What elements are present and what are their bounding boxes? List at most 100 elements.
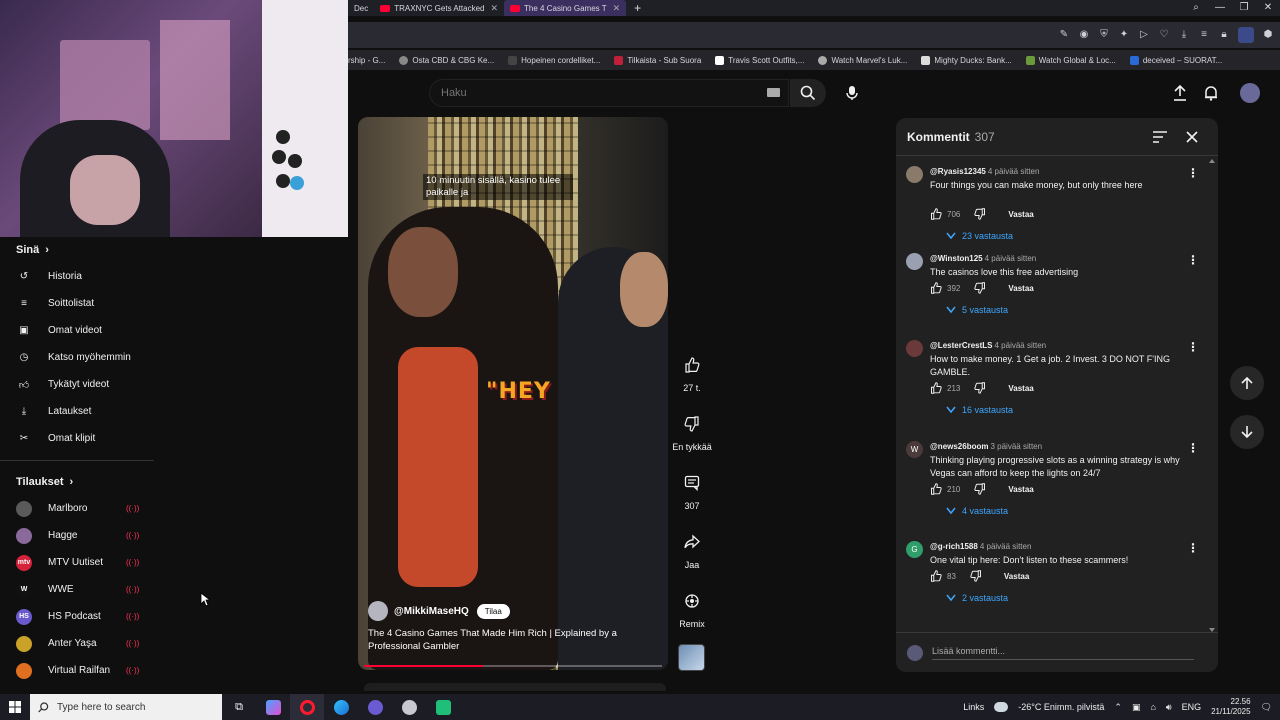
- weather-text[interactable]: -26°C Enimm. pilvistä: [1018, 702, 1104, 712]
- bookmark[interactable]: Mighty Ducks: Bank...: [921, 55, 1012, 65]
- shield-icon[interactable]: ⛨: [1098, 29, 1110, 41]
- search-input[interactable]: [441, 87, 741, 99]
- next-short-preview[interactable]: [364, 683, 666, 691]
- maximize-icon[interactable]: ❐: [1232, 0, 1256, 16]
- lock-icon[interactable]: 🔒︎: [1218, 29, 1230, 41]
- more-options-icon[interactable]: ⋮: [1187, 166, 1199, 180]
- view-replies-button[interactable]: 4 vastausta: [946, 506, 1008, 516]
- close-comments-button[interactable]: [1183, 128, 1201, 146]
- notifications-icon[interactable]: 🗨︎: [1261, 702, 1272, 713]
- sidebar-you-heading[interactable]: Sinä ›: [0, 237, 160, 263]
- thumbs-up-icon[interactable]: [930, 483, 942, 495]
- start-button[interactable]: [0, 694, 30, 720]
- task-view-button[interactable]: ⧉: [222, 694, 256, 720]
- commenter-avatar[interactable]: G: [906, 541, 923, 558]
- bookmark[interactable]: Osta CBD & CBG Ke...: [399, 55, 494, 65]
- taskbar-search[interactable]: Type here to search: [30, 694, 222, 720]
- tray-app-icon[interactable]: ▣: [1132, 702, 1141, 713]
- thumbs-up-icon[interactable]: [930, 208, 942, 220]
- view-replies-button[interactable]: 5 vastausta: [946, 305, 1008, 315]
- view-replies-button[interactable]: 2 vastausta: [946, 593, 1008, 603]
- sidebar-subscriptions-heading[interactable]: Tilaukset ›: [0, 469, 160, 495]
- bookmark[interactable]: Tilkaista - Sub Suora: [614, 55, 701, 65]
- thumbs-down-icon[interactable]: [970, 570, 982, 582]
- thumbs-up-icon[interactable]: [930, 282, 942, 294]
- comment-author[interactable]: @Ryasis12345: [930, 167, 986, 176]
- voice-search-button[interactable]: [836, 79, 868, 107]
- reply-button[interactable]: Vastaa: [1008, 384, 1033, 393]
- taskbar-app[interactable]: [256, 694, 290, 720]
- close-icon[interactable]: ✕: [613, 3, 621, 14]
- view-replies-button[interactable]: 16 vastausta: [946, 405, 1013, 415]
- taskbar-app-edge[interactable]: [324, 694, 358, 720]
- reply-button[interactable]: Vastaa: [1008, 210, 1033, 219]
- commenter-avatar[interactable]: [906, 253, 923, 270]
- more-options-icon[interactable]: ⋮: [1187, 441, 1199, 455]
- sidebar-subscription[interactable]: W WWE ((·)): [0, 576, 160, 603]
- play-icon[interactable]: ▷: [1138, 29, 1150, 41]
- browser-tab[interactable]: Dec: [348, 0, 374, 16]
- commenter-avatar[interactable]: [906, 166, 923, 183]
- sound-thumbnail[interactable]: [678, 644, 705, 671]
- bookmark[interactable]: Watch Marvel's Luk...: [818, 55, 907, 65]
- sidebar-item-watch-later[interactable]: ◷ Katso myöhemmin: [0, 344, 160, 371]
- comments-scrollbar[interactable]: [1209, 158, 1215, 633]
- sidebar-item-your-videos[interactable]: ▣ Omat videot: [0, 317, 160, 344]
- taskbar-app-discord[interactable]: [358, 694, 392, 720]
- aria-icon[interactable]: [1238, 27, 1254, 43]
- search-button[interactable]: [790, 79, 826, 107]
- extension-icon[interactable]: ✦: [1118, 29, 1130, 41]
- comment-author[interactable]: @LesterCrestLS: [930, 341, 993, 350]
- sidebar-subscription[interactable]: Marlboro ((·)): [0, 495, 160, 522]
- sidebar-item-playlists[interactable]: ≡ Soittolistat: [0, 290, 160, 317]
- taskbar-app[interactable]: [426, 694, 460, 720]
- menu-icon[interactable]: ≡: [1198, 29, 1210, 41]
- shorts-video-player[interactable]: 10 minuutin sisällä, kasino tulee paikal…: [358, 117, 668, 670]
- more-options-icon[interactable]: ⋮: [1187, 253, 1199, 267]
- camera-icon[interactable]: ◉: [1078, 29, 1090, 41]
- minimize-icon[interactable]: —: [1208, 0, 1232, 16]
- video-progress-bar[interactable]: [364, 665, 662, 667]
- commenter-avatar[interactable]: W: [906, 441, 923, 458]
- thumbs-down-icon[interactable]: [974, 483, 986, 495]
- comments-button[interactable]: [677, 468, 707, 498]
- cube-icon[interactable]: ⬢: [1262, 29, 1274, 41]
- comment-author[interactable]: @Winston125: [930, 254, 983, 263]
- bookmark[interactable]: deceived – SUORAT...: [1129, 55, 1222, 65]
- bookmark[interactable]: rship - G...: [348, 56, 385, 65]
- dislike-button[interactable]: [677, 409, 707, 439]
- bookmark[interactable]: Travis Scott Outfits,...: [715, 55, 804, 65]
- sidebar-subscription[interactable]: Hagge ((·)): [0, 522, 160, 549]
- close-window-icon[interactable]: ✕: [1256, 0, 1280, 16]
- add-comment-input[interactable]: Lisää kommentti...: [932, 646, 1194, 660]
- account-avatar[interactable]: [1239, 82, 1261, 104]
- download-icon[interactable]: ⤓: [1178, 29, 1190, 41]
- share-button[interactable]: [677, 527, 707, 557]
- taskbar-app[interactable]: [392, 694, 426, 720]
- commenter-avatar[interactable]: [906, 340, 923, 357]
- clock[interactable]: 22.56 21/11/2025: [1211, 697, 1250, 717]
- sidebar-subscription[interactable]: mtv MTV Uutiset ((·)): [0, 549, 160, 576]
- close-icon[interactable]: ✕: [491, 3, 499, 14]
- chevron-up-icon[interactable]: ⌃: [1114, 702, 1122, 713]
- more-options-icon[interactable]: ⋮: [1187, 340, 1199, 354]
- sidebar-subscription[interactable]: Virtual Railfan ((·)): [0, 657, 160, 684]
- links-toolbar[interactable]: Links: [963, 702, 984, 712]
- next-short-button[interactable]: [1230, 415, 1264, 449]
- reply-button[interactable]: Vastaa: [1008, 485, 1033, 494]
- notifications-button[interactable]: [1200, 82, 1222, 104]
- view-replies-button[interactable]: 23 vastausta: [946, 231, 1013, 241]
- language-indicator[interactable]: ENG: [1182, 702, 1202, 712]
- video-title[interactable]: The 4 Casino Games That Made Him Rich | …: [368, 627, 628, 653]
- sidebar-subscription[interactable]: HS HS Podcast ((·)): [0, 603, 160, 630]
- upload-button[interactable]: [1169, 82, 1191, 104]
- bookmark[interactable]: Hopeinen cordelliket...: [508, 55, 600, 65]
- remix-button[interactable]: [677, 586, 707, 616]
- sidebar-item-downloads[interactable]: ⤓ Lataukset: [0, 398, 160, 425]
- browser-tab[interactable]: TRAXNYC Gets Attacked ✕: [374, 0, 504, 16]
- thumbs-up-icon[interactable]: [930, 570, 942, 582]
- channel-name[interactable]: @MikkiMaseHQ: [394, 606, 469, 617]
- keyboard-icon[interactable]: [767, 88, 780, 97]
- edit-icon[interactable]: ✎: [1058, 29, 1070, 41]
- more-options-icon[interactable]: ⋮: [1187, 541, 1199, 555]
